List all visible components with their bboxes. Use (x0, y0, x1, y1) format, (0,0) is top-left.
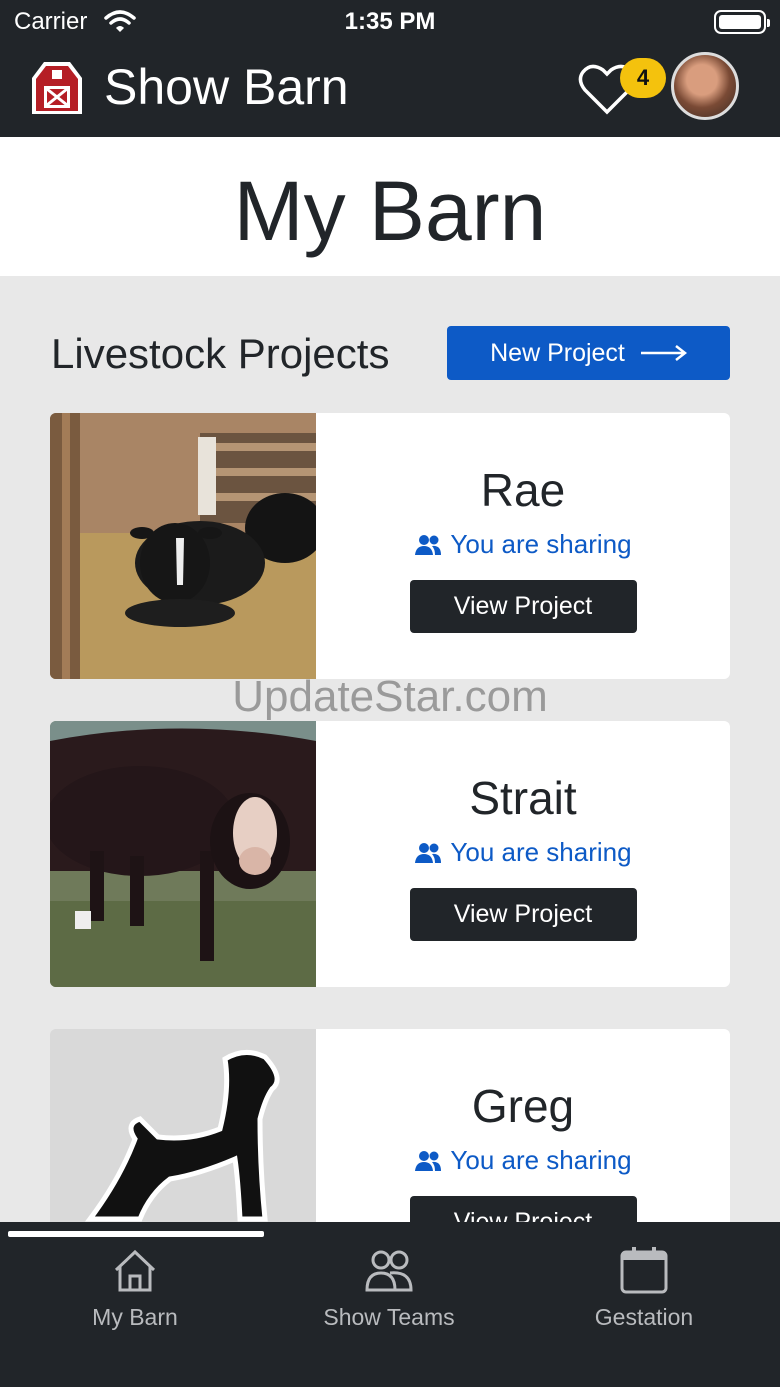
status-bar: Carrier 1:35 PM (0, 0, 780, 44)
project-name: Rae (480, 464, 566, 516)
sharing-label: You are sharing (450, 1145, 632, 1175)
page-title: My Barn (233, 164, 547, 258)
tab-label: Gestation (594, 1304, 694, 1330)
sharing-status: You are sharing (316, 1145, 730, 1176)
arrow-right-icon (640, 345, 687, 361)
tab-gestation[interactable]: Gestation (514, 1246, 774, 1331)
tab-bar: My Barn Show Teams Gestation (0, 1222, 780, 1387)
app-bar: Show Barn 4 (0, 50, 780, 130)
new-project-label: New Project (490, 338, 625, 367)
project-name: Strait (469, 772, 577, 824)
view-project-button[interactable]: View Project (409, 888, 637, 941)
project-card-rae[interactable]: Rae You are sharing View Project (50, 413, 730, 679)
sharing-status: You are sharing (316, 837, 730, 868)
watermark: UpdateStar.com (232, 672, 548, 721)
new-project-button[interactable]: New Project (447, 326, 730, 380)
project-info: Rae You are sharing View Project (316, 413, 730, 679)
top-bar: Carrier 1:35 PM Show Barn 4 (0, 0, 780, 137)
active-tab-indicator (8, 1231, 264, 1237)
home-icon (114, 1249, 156, 1292)
project-photo (50, 721, 316, 987)
sharing-label: You are sharing (450, 837, 632, 867)
status-time: 1:35 PM (344, 8, 436, 35)
users-icon (415, 842, 442, 863)
tab-label: My Barn (92, 1304, 178, 1330)
calendar-icon (620, 1247, 668, 1294)
users-icon (415, 1150, 442, 1171)
app-title: Show Barn (104, 59, 349, 115)
project-card-strait[interactable]: Strait You are sharing View Project (50, 721, 730, 987)
tab-my-barn[interactable]: My Barn (5, 1246, 265, 1331)
project-info: Strait You are sharing View Project (316, 721, 730, 987)
sharing-status: You are sharing (316, 529, 730, 560)
project-name: Greg (471, 1080, 575, 1132)
section-title: Livestock Projects (51, 330, 390, 377)
tab-show-teams[interactable]: Show Teams (259, 1246, 519, 1331)
barn-logo-icon[interactable] (28, 56, 86, 116)
view-project-button[interactable]: View Project (409, 580, 637, 633)
notification-badge[interactable]: 4 (620, 58, 666, 98)
project-photo (50, 413, 316, 679)
sharing-label: You are sharing (450, 529, 632, 559)
user-avatar[interactable] (671, 52, 739, 120)
battery-icon (714, 10, 770, 34)
tab-label: Show Teams (323, 1304, 455, 1330)
users-icon (415, 534, 442, 555)
page-header: My Barn (0, 137, 780, 276)
people-icon (365, 1250, 413, 1292)
